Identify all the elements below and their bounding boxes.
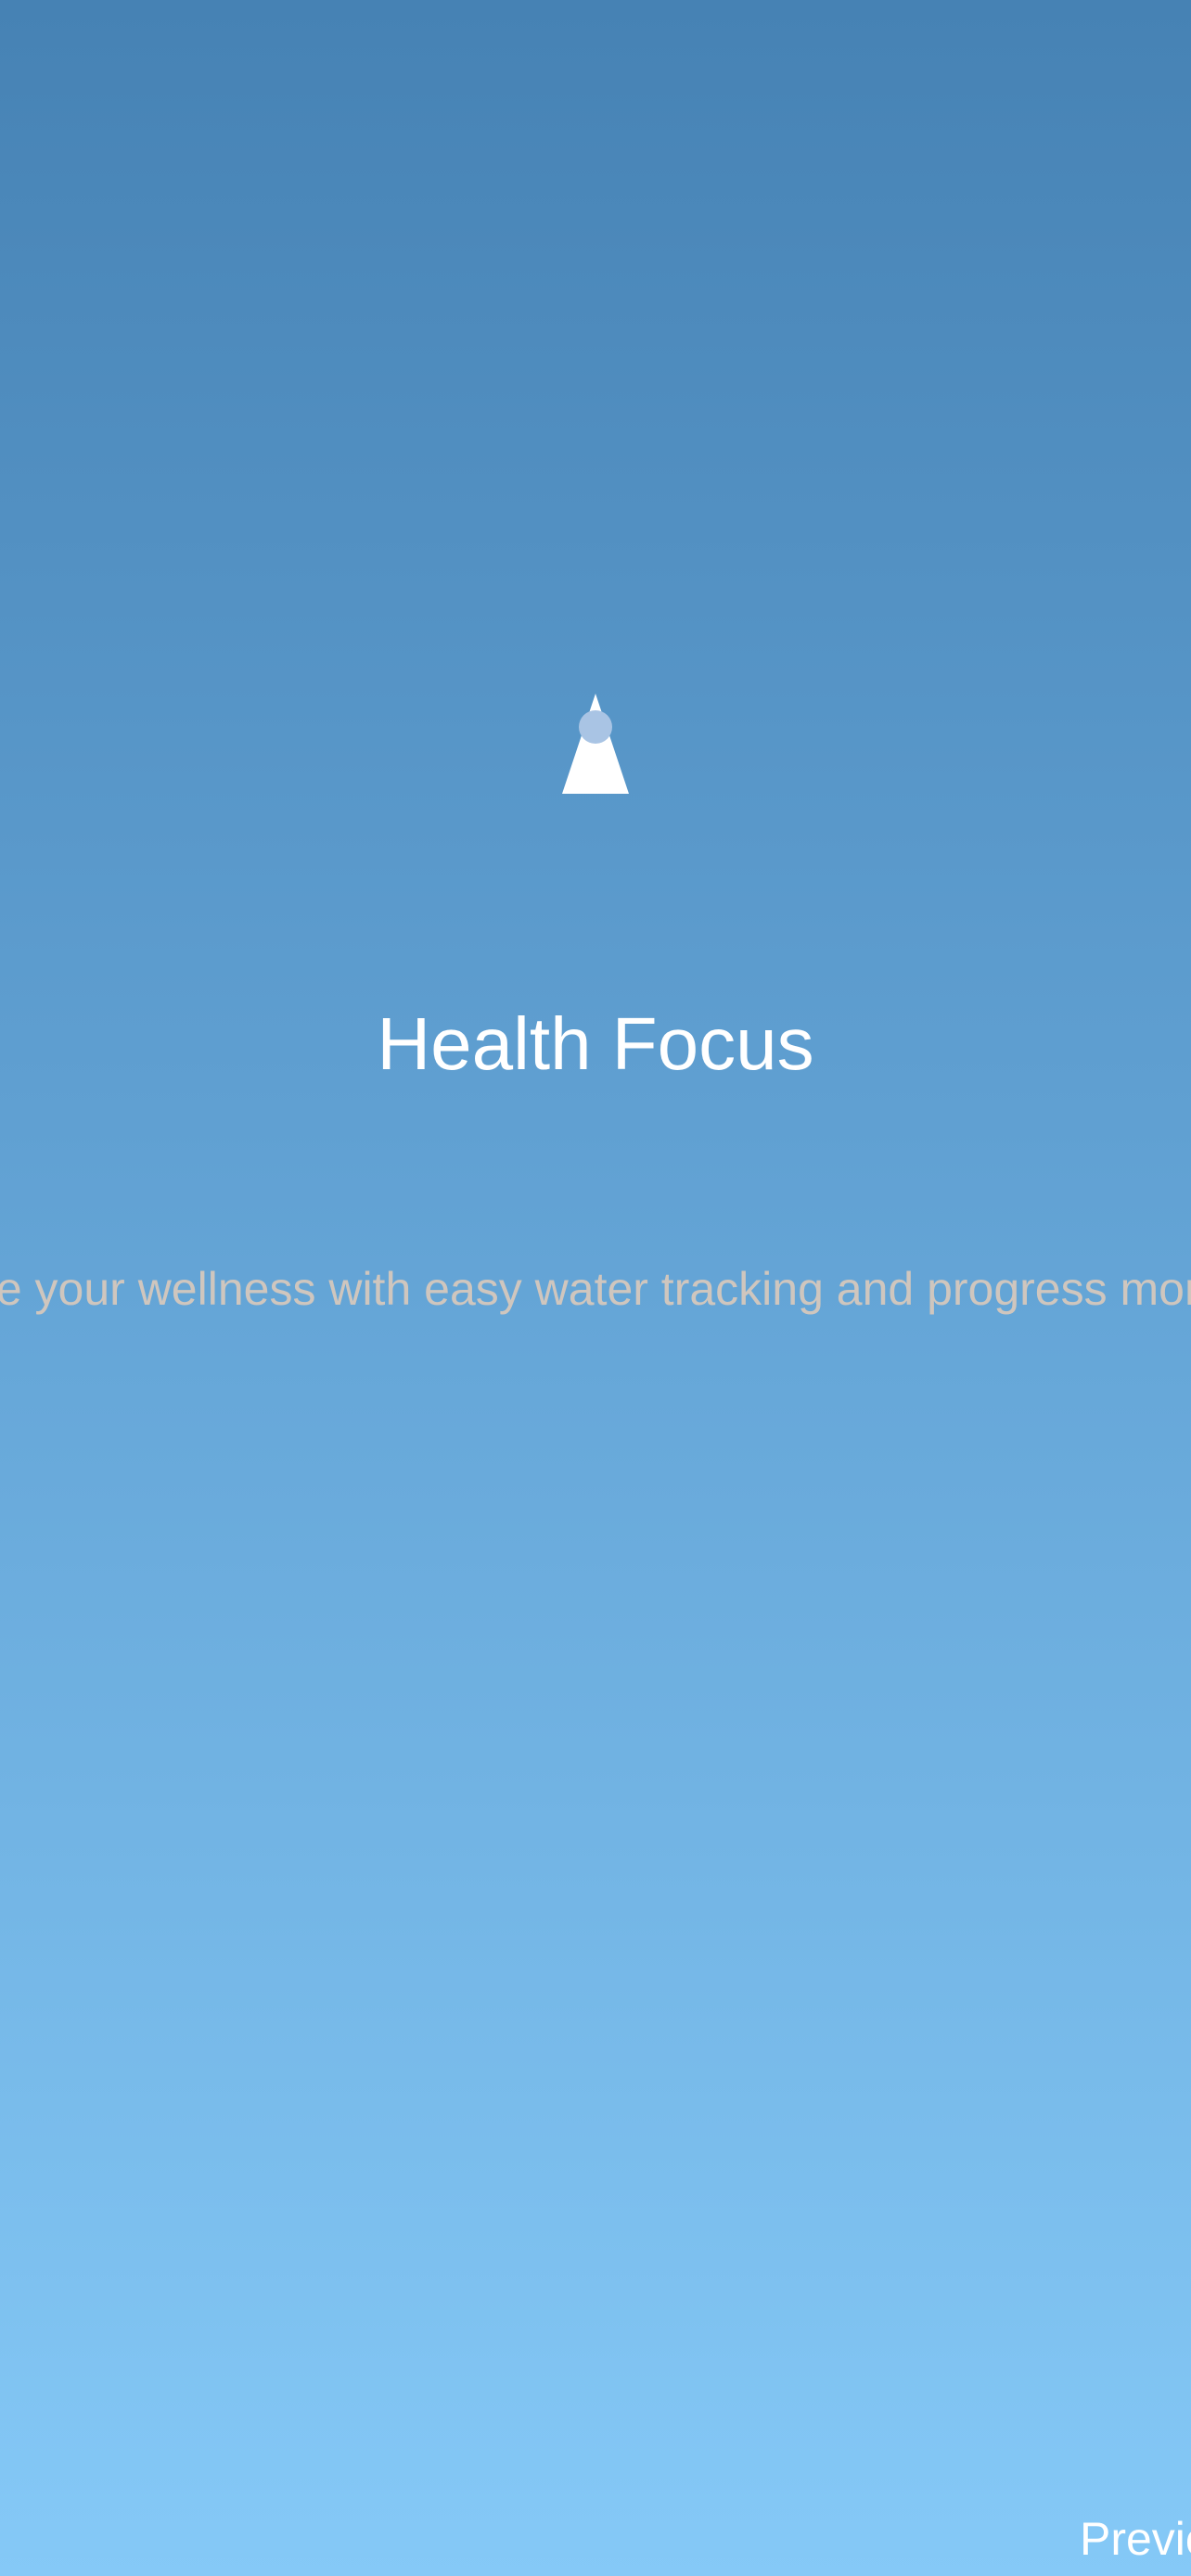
page-subtitle: Improve your wellness with easy water tr… — [0, 1263, 1191, 1315]
previous-button[interactable]: Previous — [1080, 2511, 1191, 2567]
water-drop-icon — [562, 694, 629, 794]
onboarding-screen: Health Focus Improve your wellness with … — [0, 0, 1191, 2576]
page-title: Health Focus — [377, 1002, 814, 1085]
